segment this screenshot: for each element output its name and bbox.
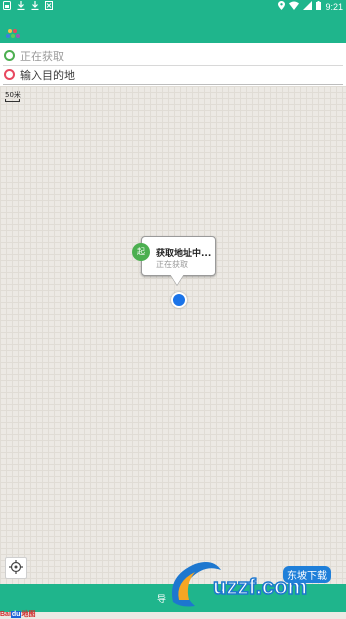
crosshair-icon (9, 559, 23, 578)
destination-icon (4, 69, 15, 80)
download-icon (31, 1, 39, 10)
clock: 9:21 (325, 1, 343, 12)
app-logo-icon[interactable] (6, 23, 22, 38)
start-point-row[interactable]: 正在获取 (3, 46, 343, 66)
start-badge-icon: 起 (132, 243, 150, 261)
map-scale-bar (5, 99, 20, 102)
address-callout[interactable]: 获取地址中... 正在获取 (141, 236, 216, 276)
callout-pointer (170, 274, 184, 285)
app-notification-icon (3, 1, 11, 10)
uzzf-watermark: uzzf.com 东坡下载 (165, 556, 343, 612)
app-bar (0, 13, 346, 43)
battery-icon (316, 0, 322, 13)
destination-row[interactable]: 输入目的地 (3, 65, 343, 85)
close-box-icon (45, 1, 53, 10)
status-bar: 9:21 (0, 0, 346, 13)
baidu-map-logo: Baidu地图 (0, 611, 36, 618)
system-status: 9:21 (278, 0, 343, 13)
signal-icon (303, 0, 313, 13)
download-icon (17, 1, 25, 10)
route-search-panel: 正在获取 输入目的地 (0, 43, 346, 86)
start-point-icon (4, 50, 15, 61)
current-location-marker (171, 292, 187, 308)
destination-input[interactable]: 输入目的地 (20, 67, 75, 83)
watermark-badge: 东坡下载 (283, 566, 331, 583)
callout-title: 获取地址中... (156, 249, 212, 259)
start-point-text: 正在获取 (20, 49, 64, 63)
locate-me-button[interactable] (5, 557, 27, 579)
wifi-icon (289, 1, 300, 13)
map-view[interactable]: 50米 获取地址中... 正在获取 起 (0, 86, 346, 584)
notification-icons (3, 1, 53, 10)
location-icon (278, 0, 286, 13)
callout-subtitle: 正在获取 (156, 260, 188, 269)
